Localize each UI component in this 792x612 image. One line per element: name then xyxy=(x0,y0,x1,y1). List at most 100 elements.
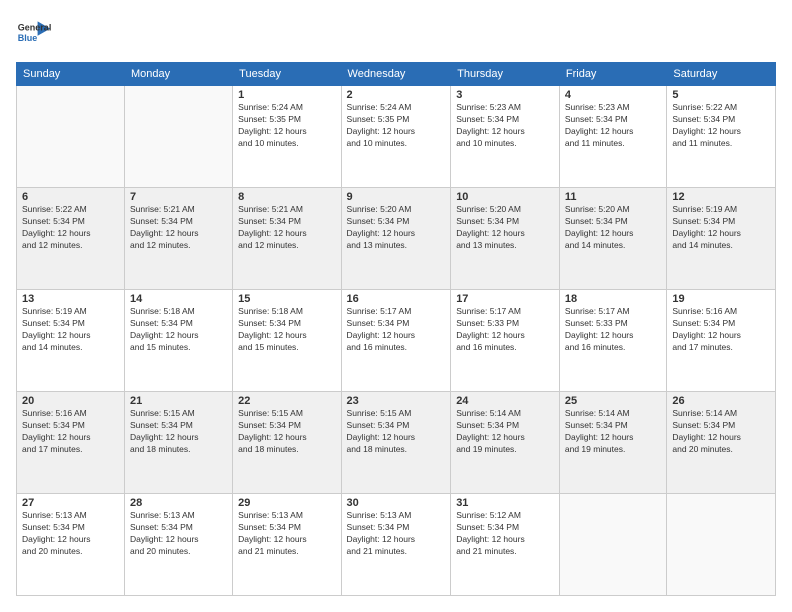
day-number: 10 xyxy=(456,191,554,203)
day-info: Sunrise: 5:18 AM Sunset: 5:34 PM Dayligh… xyxy=(238,306,335,354)
day-info: Sunrise: 5:23 AM Sunset: 5:34 PM Dayligh… xyxy=(565,102,662,150)
day-info: Sunrise: 5:17 AM Sunset: 5:33 PM Dayligh… xyxy=(456,306,554,354)
calendar-cell: 17Sunrise: 5:17 AM Sunset: 5:33 PM Dayli… xyxy=(451,290,560,392)
day-info: Sunrise: 5:19 AM Sunset: 5:34 PM Dayligh… xyxy=(672,204,770,252)
day-info: Sunrise: 5:13 AM Sunset: 5:34 PM Dayligh… xyxy=(22,510,119,558)
calendar-cell: 28Sunrise: 5:13 AM Sunset: 5:34 PM Dayli… xyxy=(125,494,233,596)
page: General Blue SundayMondayTuesdayWednesda… xyxy=(0,0,792,612)
day-info: Sunrise: 5:24 AM Sunset: 5:35 PM Dayligh… xyxy=(238,102,335,150)
calendar-cell: 30Sunrise: 5:13 AM Sunset: 5:34 PM Dayli… xyxy=(341,494,451,596)
calendar-cell: 24Sunrise: 5:14 AM Sunset: 5:34 PM Dayli… xyxy=(451,392,560,494)
day-info: Sunrise: 5:15 AM Sunset: 5:34 PM Dayligh… xyxy=(347,408,446,456)
calendar-cell xyxy=(17,86,125,188)
calendar-cell: 14Sunrise: 5:18 AM Sunset: 5:34 PM Dayli… xyxy=(125,290,233,392)
weekday-header-saturday: Saturday xyxy=(667,63,776,86)
calendar-cell: 3Sunrise: 5:23 AM Sunset: 5:34 PM Daylig… xyxy=(451,86,560,188)
calendar-week-row: 6Sunrise: 5:22 AM Sunset: 5:34 PM Daylig… xyxy=(17,188,776,290)
calendar-cell: 13Sunrise: 5:19 AM Sunset: 5:34 PM Dayli… xyxy=(17,290,125,392)
day-number: 21 xyxy=(130,395,227,407)
calendar-cell: 15Sunrise: 5:18 AM Sunset: 5:34 PM Dayli… xyxy=(233,290,341,392)
calendar-cell xyxy=(125,86,233,188)
day-number: 17 xyxy=(456,293,554,305)
calendar-cell: 4Sunrise: 5:23 AM Sunset: 5:34 PM Daylig… xyxy=(559,86,667,188)
calendar-cell: 29Sunrise: 5:13 AM Sunset: 5:34 PM Dayli… xyxy=(233,494,341,596)
day-info: Sunrise: 5:13 AM Sunset: 5:34 PM Dayligh… xyxy=(347,510,446,558)
calendar-table: SundayMondayTuesdayWednesdayThursdayFrid… xyxy=(16,62,776,596)
day-info: Sunrise: 5:19 AM Sunset: 5:34 PM Dayligh… xyxy=(22,306,119,354)
day-info: Sunrise: 5:14 AM Sunset: 5:34 PM Dayligh… xyxy=(456,408,554,456)
weekday-header-thursday: Thursday xyxy=(451,63,560,86)
day-number: 16 xyxy=(347,293,446,305)
calendar-cell: 19Sunrise: 5:16 AM Sunset: 5:34 PM Dayli… xyxy=(667,290,776,392)
day-info: Sunrise: 5:16 AM Sunset: 5:34 PM Dayligh… xyxy=(22,408,119,456)
day-number: 28 xyxy=(130,497,227,509)
day-number: 18 xyxy=(565,293,662,305)
day-number: 14 xyxy=(130,293,227,305)
calendar-week-row: 20Sunrise: 5:16 AM Sunset: 5:34 PM Dayli… xyxy=(17,392,776,494)
day-number: 13 xyxy=(22,293,119,305)
day-info: Sunrise: 5:22 AM Sunset: 5:34 PM Dayligh… xyxy=(22,204,119,252)
day-info: Sunrise: 5:12 AM Sunset: 5:34 PM Dayligh… xyxy=(456,510,554,558)
day-info: Sunrise: 5:13 AM Sunset: 5:34 PM Dayligh… xyxy=(130,510,227,558)
day-number: 15 xyxy=(238,293,335,305)
calendar-cell: 26Sunrise: 5:14 AM Sunset: 5:34 PM Dayli… xyxy=(667,392,776,494)
day-info: Sunrise: 5:24 AM Sunset: 5:35 PM Dayligh… xyxy=(347,102,446,150)
day-number: 12 xyxy=(672,191,770,203)
day-number: 8 xyxy=(238,191,335,203)
day-number: 11 xyxy=(565,191,662,203)
day-info: Sunrise: 5:23 AM Sunset: 5:34 PM Dayligh… xyxy=(456,102,554,150)
day-number: 26 xyxy=(672,395,770,407)
calendar-week-row: 13Sunrise: 5:19 AM Sunset: 5:34 PM Dayli… xyxy=(17,290,776,392)
day-info: Sunrise: 5:18 AM Sunset: 5:34 PM Dayligh… xyxy=(130,306,227,354)
day-number: 23 xyxy=(347,395,446,407)
weekday-header-row: SundayMondayTuesdayWednesdayThursdayFrid… xyxy=(17,63,776,86)
calendar-cell: 31Sunrise: 5:12 AM Sunset: 5:34 PM Dayli… xyxy=(451,494,560,596)
svg-text:Blue: Blue xyxy=(18,33,38,43)
calendar-cell: 20Sunrise: 5:16 AM Sunset: 5:34 PM Dayli… xyxy=(17,392,125,494)
calendar-cell: 11Sunrise: 5:20 AM Sunset: 5:34 PM Dayli… xyxy=(559,188,667,290)
day-info: Sunrise: 5:20 AM Sunset: 5:34 PM Dayligh… xyxy=(347,204,446,252)
calendar-week-row: 27Sunrise: 5:13 AM Sunset: 5:34 PM Dayli… xyxy=(17,494,776,596)
weekday-header-monday: Monday xyxy=(125,63,233,86)
weekday-header-wednesday: Wednesday xyxy=(341,63,451,86)
logo: General Blue xyxy=(16,16,52,52)
weekday-header-tuesday: Tuesday xyxy=(233,63,341,86)
calendar-cell xyxy=(559,494,667,596)
logo-icon: General Blue xyxy=(16,16,52,52)
day-number: 2 xyxy=(347,89,446,101)
calendar-cell: 10Sunrise: 5:20 AM Sunset: 5:34 PM Dayli… xyxy=(451,188,560,290)
day-number: 9 xyxy=(347,191,446,203)
calendar-week-row: 1Sunrise: 5:24 AM Sunset: 5:35 PM Daylig… xyxy=(17,86,776,188)
calendar-cell: 25Sunrise: 5:14 AM Sunset: 5:34 PM Dayli… xyxy=(559,392,667,494)
day-info: Sunrise: 5:15 AM Sunset: 5:34 PM Dayligh… xyxy=(130,408,227,456)
day-info: Sunrise: 5:13 AM Sunset: 5:34 PM Dayligh… xyxy=(238,510,335,558)
svg-text:General: General xyxy=(18,22,52,32)
day-number: 1 xyxy=(238,89,335,101)
calendar-cell: 1Sunrise: 5:24 AM Sunset: 5:35 PM Daylig… xyxy=(233,86,341,188)
day-number: 27 xyxy=(22,497,119,509)
calendar-cell: 23Sunrise: 5:15 AM Sunset: 5:34 PM Dayli… xyxy=(341,392,451,494)
day-number: 6 xyxy=(22,191,119,203)
calendar-cell: 12Sunrise: 5:19 AM Sunset: 5:34 PM Dayli… xyxy=(667,188,776,290)
day-info: Sunrise: 5:17 AM Sunset: 5:33 PM Dayligh… xyxy=(565,306,662,354)
calendar-cell: 9Sunrise: 5:20 AM Sunset: 5:34 PM Daylig… xyxy=(341,188,451,290)
day-number: 30 xyxy=(347,497,446,509)
day-number: 19 xyxy=(672,293,770,305)
day-info: Sunrise: 5:15 AM Sunset: 5:34 PM Dayligh… xyxy=(238,408,335,456)
calendar-cell: 22Sunrise: 5:15 AM Sunset: 5:34 PM Dayli… xyxy=(233,392,341,494)
day-info: Sunrise: 5:14 AM Sunset: 5:34 PM Dayligh… xyxy=(565,408,662,456)
day-info: Sunrise: 5:17 AM Sunset: 5:34 PM Dayligh… xyxy=(347,306,446,354)
day-info: Sunrise: 5:22 AM Sunset: 5:34 PM Dayligh… xyxy=(672,102,770,150)
day-number: 22 xyxy=(238,395,335,407)
calendar-cell: 18Sunrise: 5:17 AM Sunset: 5:33 PM Dayli… xyxy=(559,290,667,392)
weekday-header-friday: Friday xyxy=(559,63,667,86)
day-number: 31 xyxy=(456,497,554,509)
calendar-cell: 5Sunrise: 5:22 AM Sunset: 5:34 PM Daylig… xyxy=(667,86,776,188)
day-number: 5 xyxy=(672,89,770,101)
calendar-cell: 16Sunrise: 5:17 AM Sunset: 5:34 PM Dayli… xyxy=(341,290,451,392)
calendar-cell: 27Sunrise: 5:13 AM Sunset: 5:34 PM Dayli… xyxy=(17,494,125,596)
day-number: 7 xyxy=(130,191,227,203)
day-number: 20 xyxy=(22,395,119,407)
day-number: 24 xyxy=(456,395,554,407)
day-number: 25 xyxy=(565,395,662,407)
